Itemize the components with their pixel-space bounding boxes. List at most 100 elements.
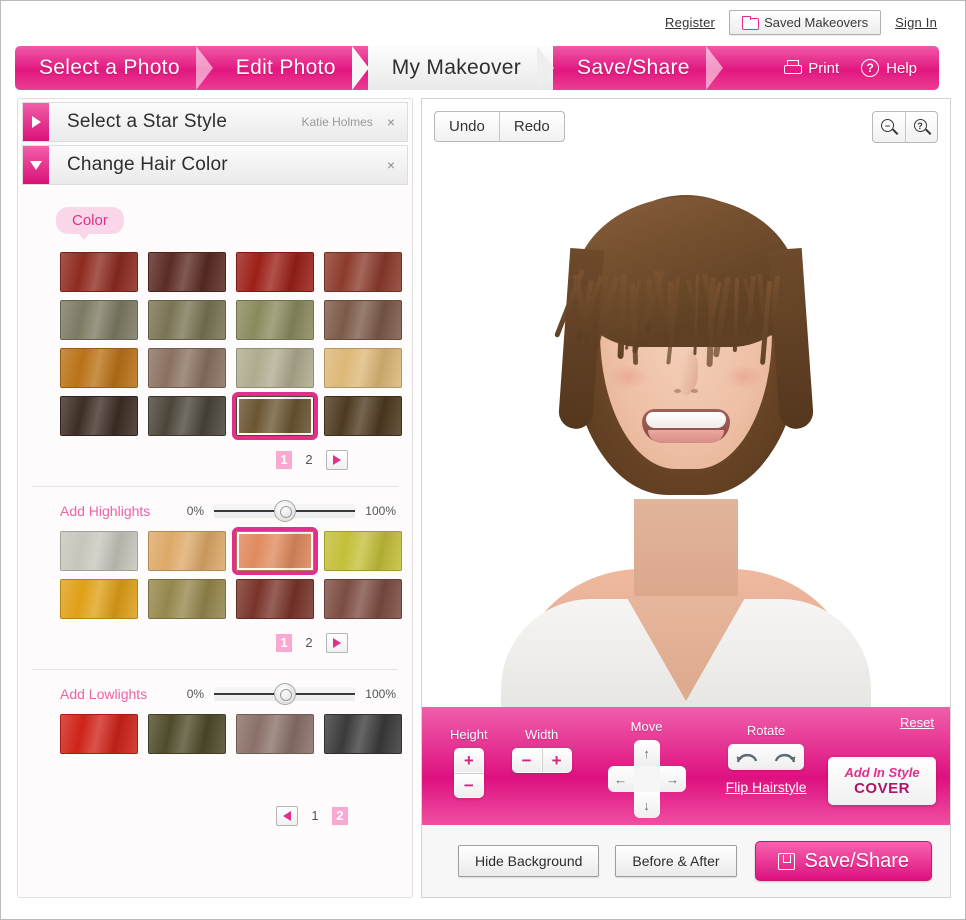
color-swatch[interactable] (324, 348, 402, 388)
rotate-clockwise-icon (773, 749, 797, 765)
transform-toolbar: Height + − Width − + Move ↑ ↓ ← → Rotate… (422, 707, 950, 825)
move-label: Move (631, 719, 663, 734)
highlights-slider[interactable] (214, 504, 355, 518)
move-down-button[interactable]: ↓ (634, 792, 660, 818)
save-share-button[interactable]: Save/Share (755, 841, 932, 881)
highlights-page-1[interactable]: 1 (276, 634, 292, 652)
highlight-swatch[interactable] (236, 579, 314, 619)
swatch-sheen (149, 532, 225, 570)
tab-edit-photo[interactable]: Edit Photo (212, 46, 368, 90)
width-decrease-button[interactable]: − (512, 748, 542, 773)
flip-hairstyle-link[interactable]: Flip Hairstyle (726, 779, 807, 795)
photo-canvas[interactable]: Undo Redo − ? (422, 99, 950, 707)
reset-link[interactable]: Reset (900, 715, 934, 730)
highlight-swatch[interactable] (60, 531, 138, 571)
add-in-style-cover-button[interactable]: Add In Style COVER (828, 757, 936, 805)
chevron-down-icon[interactable] (23, 146, 49, 184)
lowlight-swatch[interactable] (324, 714, 402, 754)
zoom-in-button[interactable]: ? (905, 112, 937, 142)
color-swatch[interactable] (148, 396, 226, 436)
highlight-swatch[interactable] (60, 579, 138, 619)
lowlight-swatch[interactable] (236, 714, 314, 754)
highlight-swatch[interactable] (324, 579, 402, 619)
close-icon-hair-color[interactable]: × (387, 157, 395, 173)
makeover-app: Register Saved Makeovers Sign In Select … (0, 0, 966, 920)
color-swatch[interactable] (148, 300, 226, 340)
saved-makeovers-button[interactable]: Saved Makeovers (729, 10, 881, 35)
close-icon-star-style[interactable]: × (387, 114, 395, 130)
height-increase-button[interactable]: + (454, 748, 484, 773)
color-swatch[interactable] (60, 252, 138, 292)
move-up-button[interactable]: ↑ (634, 740, 660, 766)
color-swatch[interactable] (236, 348, 314, 388)
lowlight-swatch[interactable] (60, 714, 138, 754)
color-swatch[interactable] (236, 252, 314, 292)
tab-my-makeover[interactable]: My Makeover (368, 46, 553, 90)
add-lowlights-label: Add Lowlights (60, 686, 177, 702)
color-swatch-grid (34, 240, 396, 436)
hide-background-button[interactable]: Hide Background (458, 845, 599, 877)
highlights-page-2[interactable]: 2 (301, 634, 317, 652)
highlight-swatch[interactable] (236, 531, 314, 571)
color-swatch[interactable] (236, 300, 314, 340)
color-swatch[interactable] (236, 396, 314, 436)
move-left-button[interactable]: ← (608, 766, 634, 792)
swatch-sheen (237, 532, 313, 570)
highlight-swatch[interactable] (148, 579, 226, 619)
swatch-sheen (61, 349, 137, 387)
accordion-title-hair-color: Change Hair Color (67, 154, 228, 176)
move-right-button[interactable]: → (660, 766, 686, 792)
color-page-1[interactable]: 1 (276, 451, 292, 469)
redo-button[interactable]: Redo (499, 112, 564, 141)
color-swatch[interactable] (60, 300, 138, 340)
lowlights-slider-handle[interactable] (274, 683, 296, 705)
swatch-sheen (61, 580, 137, 618)
swatch-sheen (325, 715, 401, 753)
swatch-sheen (149, 301, 225, 339)
color-next-page-button[interactable] (326, 450, 348, 470)
accordion-title-star-style: Select a Star Style (67, 111, 227, 133)
accordion-change-hair-color[interactable]: Change Hair Color × (22, 145, 408, 185)
before-after-button[interactable]: Before & After (615, 845, 736, 877)
tab-save-share[interactable]: Save/Share (553, 46, 722, 90)
sign-in-link[interactable]: Sign In (895, 15, 937, 30)
color-swatch[interactable] (60, 348, 138, 388)
highlights-slider-handle[interactable] (274, 500, 296, 522)
color-swatch[interactable] (324, 396, 402, 436)
lowlights-page-1[interactable]: 1 (307, 807, 323, 825)
zoom-out-button[interactable]: − (873, 112, 905, 142)
highlights-slider-max: 100% (365, 504, 396, 518)
tab-select-a-photo[interactable]: Select a Photo (15, 46, 212, 90)
accordion-select-a-star-style[interactable]: Select a Star Style Katie Holmes × (22, 102, 408, 142)
lowlight-swatch[interactable] (148, 714, 226, 754)
width-increase-button[interactable]: + (542, 748, 572, 773)
swatch-sheen (61, 397, 137, 435)
height-decrease-button[interactable]: − (454, 773, 484, 798)
lowlights-page-2[interactable]: 2 (332, 807, 348, 825)
zoom-group: − ? (872, 111, 938, 143)
rotate-clockwise-button[interactable] (766, 744, 804, 770)
swatch-sheen (237, 397, 313, 435)
undo-button[interactable]: Undo (435, 112, 499, 141)
options-panel: Select a Star Style Katie Holmes × Chang… (17, 98, 413, 898)
register-link[interactable]: Register (665, 15, 715, 30)
highlights-next-page-button[interactable] (326, 633, 348, 653)
undo-redo-group: Undo Redo (434, 111, 565, 142)
help-button[interactable]: ? Help (861, 59, 917, 77)
lowlights-slider[interactable] (214, 687, 355, 701)
color-swatch[interactable] (60, 396, 138, 436)
color-swatch[interactable] (148, 348, 226, 388)
chevron-right-icon[interactable] (23, 103, 49, 141)
color-swatch[interactable] (148, 252, 226, 292)
zoom-in-icon: ? (914, 119, 930, 135)
highlight-swatch[interactable] (148, 531, 226, 571)
color-page-2[interactable]: 2 (301, 451, 317, 469)
highlight-swatch[interactable] (324, 531, 402, 571)
highlights-slider-row: Add Highlights 0% 100% (34, 487, 396, 519)
lowlights-prev-page-button[interactable] (276, 806, 298, 826)
color-swatch[interactable] (324, 252, 402, 292)
add-in-style-line1: Add In Style (832, 765, 932, 780)
print-button[interactable]: Print (783, 60, 839, 77)
color-swatch[interactable] (324, 300, 402, 340)
rotate-counterclockwise-button[interactable] (728, 744, 766, 770)
